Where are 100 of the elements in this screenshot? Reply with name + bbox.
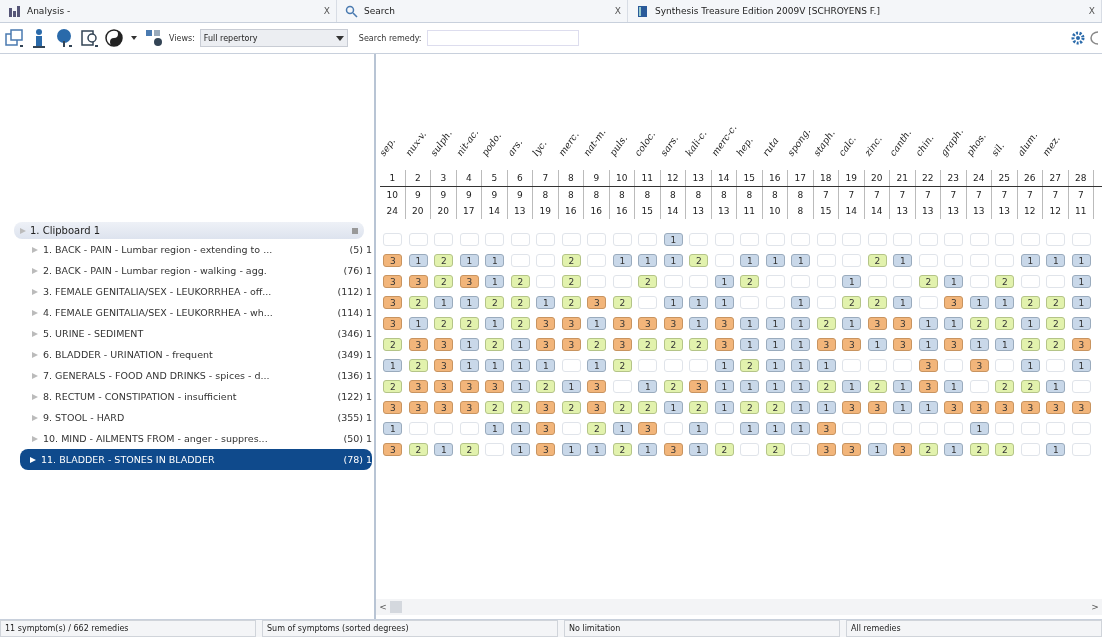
yin-yang-icon[interactable] <box>104 28 124 48</box>
grade-box[interactable]: 3 <box>918 359 938 372</box>
grade-box[interactable] <box>689 275 709 288</box>
grade-box[interactable]: 1 <box>791 254 811 267</box>
grade-box[interactable] <box>689 233 709 246</box>
grade-box[interactable]: 2 <box>1046 338 1066 351</box>
grade-box[interactable]: 1 <box>561 443 581 456</box>
grade-box[interactable]: 3 <box>638 422 658 435</box>
grade-box[interactable]: 2 <box>587 338 607 351</box>
grade-box[interactable] <box>969 233 989 246</box>
grade-box[interactable] <box>816 254 836 267</box>
grade-box[interactable]: 2 <box>383 380 403 393</box>
grade-box[interactable]: 1 <box>459 359 479 372</box>
grade-box[interactable] <box>612 380 632 393</box>
symptom-row[interactable]: 3. FEMALE GENITALIA/SEX - LEUKORRHEA - off... (112) 1 <box>28 281 372 302</box>
symptom-row[interactable]: 8. RECTUM - CONSTIPATION - insufficient (122) 1 <box>28 386 372 407</box>
grade-box[interactable]: 3 <box>383 401 403 414</box>
grade-box[interactable]: 1 <box>587 359 607 372</box>
grade-box[interactable]: 1 <box>944 380 964 393</box>
grade-box[interactable]: 2 <box>995 317 1015 330</box>
symptom-row[interactable]: 2. BACK - PAIN - Lumbar region - walking - agg. (76) 1 <box>28 260 372 281</box>
grade-box[interactable]: 3 <box>714 338 734 351</box>
grade-box[interactable]: 1 <box>969 296 989 309</box>
grade-box[interactable]: 3 <box>383 254 403 267</box>
grade-box[interactable]: 1 <box>663 254 683 267</box>
grade-box[interactable] <box>485 443 505 456</box>
grade-box[interactable]: 2 <box>612 443 632 456</box>
grade-box[interactable]: 3 <box>842 338 862 351</box>
symptom-row[interactable]: 10. MIND - AILMENTS FROM - anger - suppres... (50) 1 <box>28 428 372 449</box>
grade-box[interactable]: 2 <box>995 380 1015 393</box>
grade-box[interactable]: 1 <box>1046 254 1066 267</box>
grade-box[interactable]: 1 <box>893 296 913 309</box>
grade-box[interactable]: 1 <box>689 296 709 309</box>
grade-box[interactable] <box>867 422 887 435</box>
grade-box[interactable] <box>842 233 862 246</box>
grade-box[interactable] <box>459 233 479 246</box>
grade-box[interactable]: 1 <box>689 422 709 435</box>
symptom-row[interactable]: 1. BACK - PAIN - Lumbar region - extending to ... (5) 1 <box>28 239 372 260</box>
scroll-left-button[interactable]: < <box>376 602 390 612</box>
grade-box[interactable]: 3 <box>663 443 683 456</box>
grade-box[interactable]: 3 <box>587 380 607 393</box>
grade-box[interactable] <box>918 422 938 435</box>
grade-box[interactable]: 3 <box>944 296 964 309</box>
grade-box[interactable]: 1 <box>612 422 632 435</box>
grade-box[interactable] <box>1046 359 1066 372</box>
grade-box[interactable] <box>663 422 683 435</box>
symptom-row[interactable]: 7. GENERALS - FOOD AND DRINKS - spices - d... (136) 1 <box>28 365 372 386</box>
grade-box[interactable]: 1 <box>689 443 709 456</box>
grade-box[interactable]: 1 <box>944 317 964 330</box>
grade-box[interactable] <box>944 233 964 246</box>
grade-box[interactable] <box>1020 422 1040 435</box>
horizontal-scrollbar[interactable]: < > <box>376 599 1102 615</box>
grade-box[interactable]: 3 <box>893 317 913 330</box>
grade-box[interactable]: 3 <box>459 401 479 414</box>
grade-box[interactable] <box>740 233 760 246</box>
grade-box[interactable]: 1 <box>893 380 913 393</box>
grade-box[interactable] <box>918 254 938 267</box>
grade-box[interactable]: 3 <box>536 422 556 435</box>
grade-box[interactable]: 1 <box>663 401 683 414</box>
grade-box[interactable]: 1 <box>510 380 530 393</box>
grade-box[interactable] <box>434 422 454 435</box>
grade-box[interactable]: 2 <box>1020 380 1040 393</box>
remedy-name[interactable]: ars. <box>504 136 524 158</box>
grade-box[interactable] <box>893 359 913 372</box>
symptom-row[interactable]: 11. BLADDER - STONES IN BLADDER (78) 1 <box>20 449 372 470</box>
remedy-name[interactable]: lyc. <box>530 137 549 158</box>
grade-box[interactable]: 1 <box>765 359 785 372</box>
grade-box[interactable]: 2 <box>408 443 428 456</box>
grade-box[interactable]: 1 <box>408 317 428 330</box>
close-button[interactable]: X <box>323 6 330 16</box>
grade-box[interactable]: 1 <box>765 338 785 351</box>
grade-box[interactable]: 2 <box>510 275 530 288</box>
grade-box[interactable] <box>969 380 989 393</box>
grade-box[interactable]: 1 <box>842 380 862 393</box>
grade-box[interactable] <box>638 359 658 372</box>
grade-box[interactable] <box>740 296 760 309</box>
symptom-row[interactable]: 4. FEMALE GENITALIA/SEX - LEUKORRHEA - wh... (114) 1 <box>28 302 372 323</box>
grade-box[interactable]: 1 <box>689 317 709 330</box>
grade-box[interactable]: 1 <box>740 422 760 435</box>
grade-box[interactable]: 3 <box>536 401 556 414</box>
grade-box[interactable]: 3 <box>816 422 836 435</box>
grade-box[interactable] <box>867 359 887 372</box>
grade-box[interactable] <box>1046 275 1066 288</box>
grade-box[interactable]: 2 <box>561 401 581 414</box>
scroll-thumb[interactable] <box>390 601 402 613</box>
grade-box[interactable]: 2 <box>434 275 454 288</box>
grade-box[interactable] <box>995 254 1015 267</box>
grade-box[interactable] <box>995 422 1015 435</box>
grade-box[interactable] <box>714 422 734 435</box>
grade-box[interactable]: 3 <box>536 338 556 351</box>
grade-box[interactable] <box>1071 422 1091 435</box>
grade-box[interactable] <box>1020 275 1040 288</box>
grade-box[interactable] <box>510 254 530 267</box>
grade-box[interactable]: 2 <box>969 317 989 330</box>
grade-box[interactable]: 1 <box>918 317 938 330</box>
grade-box[interactable]: 3 <box>842 443 862 456</box>
window-icon[interactable] <box>4 28 24 48</box>
grade-box[interactable]: 2 <box>536 380 556 393</box>
grade-box[interactable]: 3 <box>434 380 454 393</box>
grade-box[interactable]: 2 <box>434 254 454 267</box>
